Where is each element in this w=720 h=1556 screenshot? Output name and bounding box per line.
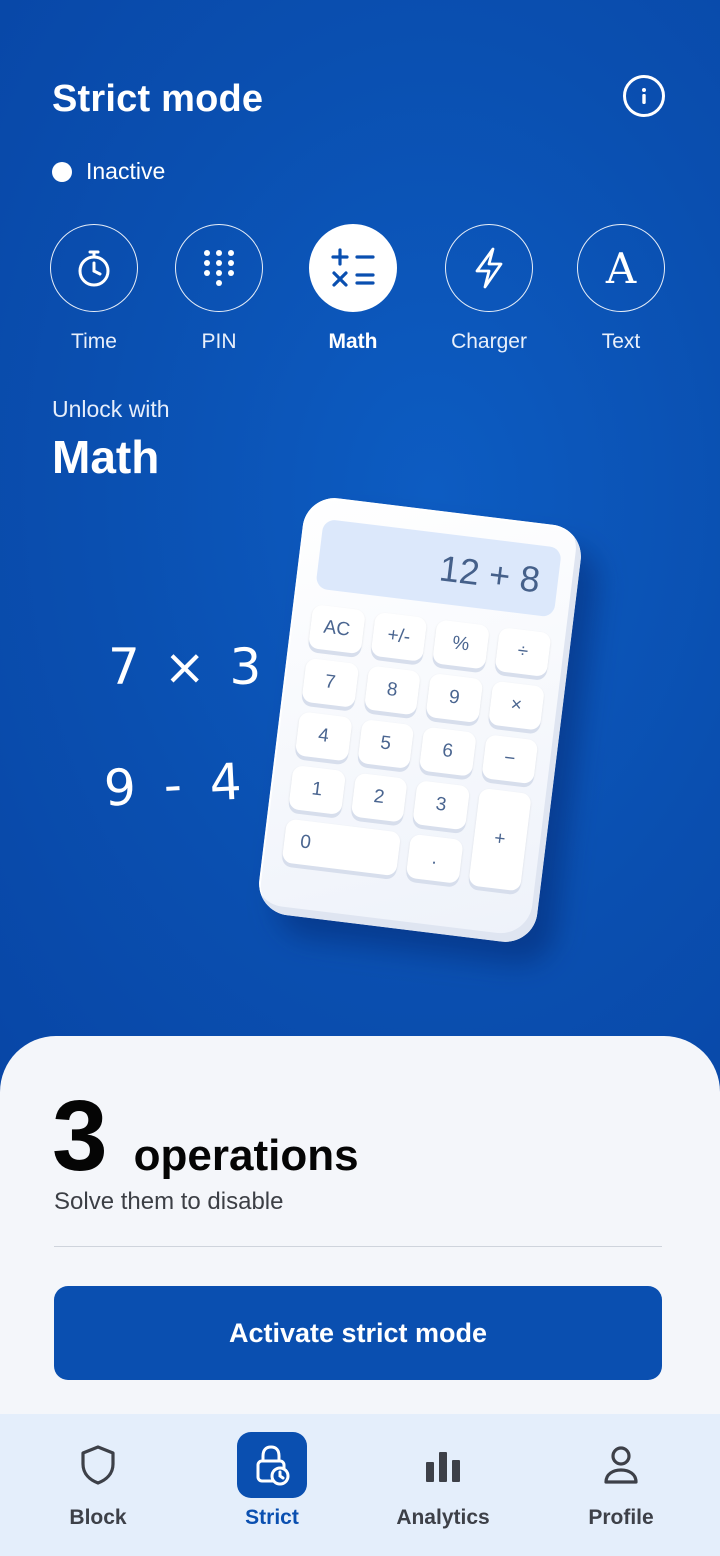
method-time[interactable]: Time: [34, 224, 154, 354]
calc-key: 1: [288, 764, 346, 815]
method-pin[interactable]: PIN: [159, 224, 279, 354]
info-button[interactable]: [623, 75, 665, 117]
operations-number: 3: [52, 1080, 108, 1192]
shield-icon: [81, 1445, 115, 1485]
calculator-display: 12 + 8: [315, 518, 563, 618]
bar-chart-icon: [426, 1452, 460, 1482]
method-text-circle: A: [577, 224, 665, 312]
calc-key: 2: [350, 772, 408, 823]
calc-key: +: [467, 787, 532, 892]
letter-a-icon: A: [605, 243, 637, 293]
tab-block[interactable]: Block: [28, 1432, 168, 1530]
method-math[interactable]: Math: [293, 224, 413, 354]
tab-label: Block: [69, 1506, 127, 1529]
math-operators-icon: [331, 248, 375, 287]
method-time-circle: [50, 224, 138, 312]
calc-key: ×: [487, 680, 545, 731]
tab-strict-icon-wrap: [237, 1432, 307, 1498]
unlock-method-selector: Time PIN Math Charger A Text: [0, 224, 720, 364]
calculator-body: 12 + 8 AC +/- % ÷ 7 8 9 × 4 5 6 − 1 2 3 …: [255, 494, 585, 946]
calc-key: 6: [418, 726, 477, 777]
tab-profile-icon-wrap: [586, 1432, 656, 1498]
person-icon: [604, 1446, 638, 1484]
calc-key: 4: [294, 711, 353, 762]
calc-key: +/-: [369, 611, 428, 662]
method-text[interactable]: A Text: [561, 224, 681, 354]
tab-block-icon-wrap: [63, 1432, 133, 1498]
calc-key: .: [405, 833, 464, 884]
keypad-icon: [204, 250, 234, 286]
calculator-illustration: 12 + 8 AC +/- % ÷ 7 8 9 × 4 5 6 − 1 2 3 …: [255, 494, 602, 968]
method-label: Time: [71, 330, 117, 353]
calc-key: 9: [425, 672, 483, 724]
unlock-subtitle: Unlock with: [52, 396, 170, 422]
lock-clock-icon: [256, 1445, 290, 1486]
tab-profile[interactable]: Profile: [551, 1432, 691, 1530]
status-label: Inactive: [86, 158, 166, 184]
calc-key: −: [480, 734, 539, 785]
method-pin-circle: [175, 224, 263, 312]
tab-label: Profile: [588, 1506, 654, 1529]
calc-key: 7: [301, 657, 359, 708]
page-title: Strict mode: [52, 78, 264, 120]
method-label: Math: [328, 330, 378, 353]
method-charger[interactable]: Charger: [429, 224, 549, 354]
calc-key: 8: [363, 665, 421, 716]
calculator-keys: AC +/- % ÷ 7 8 9 × 4 5 6 − 1 2 3 + 0 .: [281, 604, 552, 892]
tab-strict[interactable]: Strict: [202, 1432, 342, 1530]
tab-label: Analytics: [396, 1506, 490, 1529]
method-label: Text: [601, 330, 641, 353]
method-charger-circle: [445, 224, 533, 312]
operations-count: 3 operations: [52, 1086, 359, 1186]
method-label: Charger: [451, 330, 527, 353]
tab-analytics[interactable]: Analytics: [373, 1432, 513, 1530]
lightning-icon: [475, 247, 503, 289]
tab-label: Strict: [245, 1506, 299, 1529]
divider: [54, 1246, 662, 1247]
calc-key: 3: [412, 780, 470, 831]
bottom-tab-bar: Block Strict Analytics Profile: [0, 1414, 720, 1556]
tab-analytics-icon-wrap: [408, 1432, 478, 1498]
calc-key: 0: [281, 818, 402, 877]
calc-key: %: [432, 619, 490, 670]
method-label: PIN: [201, 330, 237, 353]
unlock-method-title: Math: [52, 431, 160, 483]
calc-key: AC: [307, 604, 366, 655]
operations-subtitle: Solve them to disable: [54, 1188, 284, 1215]
stopwatch-icon: [78, 250, 110, 287]
handwritten-expression: 7 × 3: [108, 638, 266, 696]
method-math-circle: [309, 224, 397, 312]
calc-key: 5: [356, 718, 415, 770]
operations-unit: operations: [133, 1131, 359, 1180]
status-indicator: Inactive: [52, 158, 165, 185]
activate-strict-mode-button[interactable]: Activate strict mode: [54, 1286, 662, 1380]
info-icon: [642, 88, 646, 104]
calc-key: ÷: [494, 626, 552, 678]
status-dot: [52, 161, 72, 182]
handwritten-expression: 9 - 4: [102, 752, 249, 818]
